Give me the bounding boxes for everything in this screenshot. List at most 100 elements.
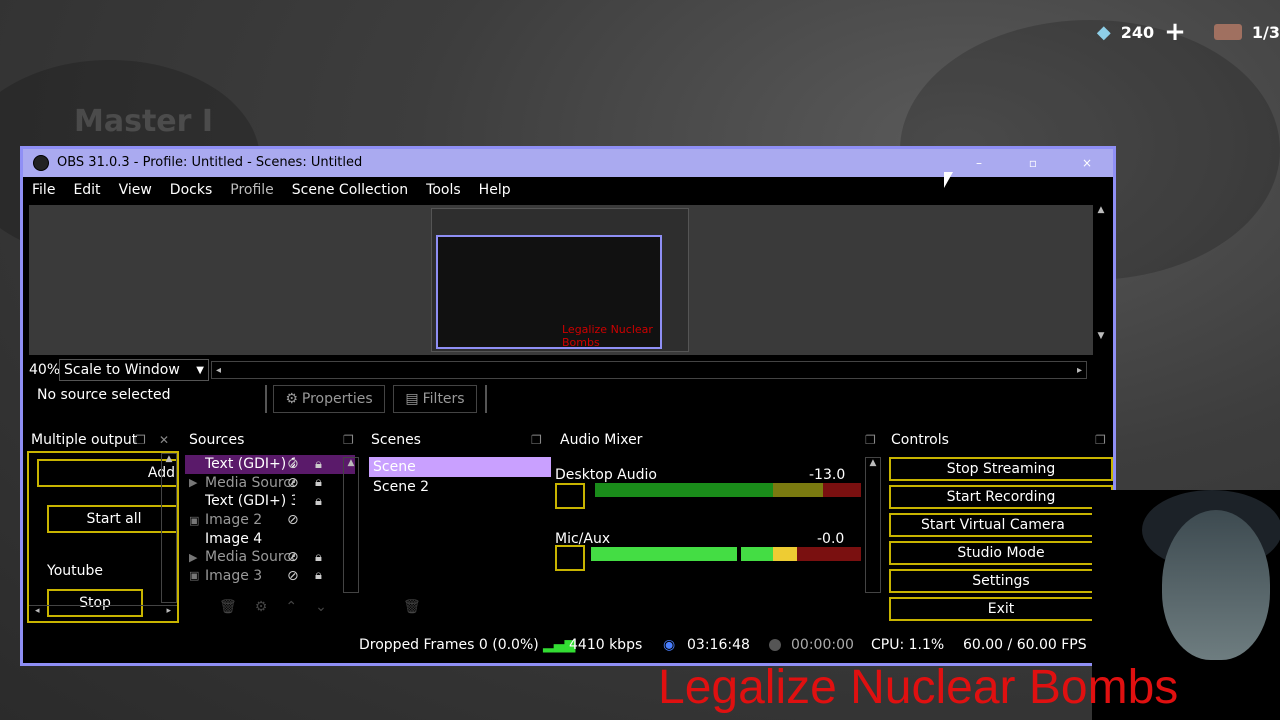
start-virtual-camera-button[interactable]: Start Virtual Camera [889,513,1113,537]
sources-header: Sources [189,432,245,448]
multiple-output-header: Multiple output [31,432,138,448]
preview-horizontal-scrollbar[interactable]: ◂ ▸ [211,361,1087,379]
dock-float-icon[interactable]: ❐ [865,433,876,447]
menu-view[interactable]: View [110,177,161,203]
button-label: Start Recording [946,489,1056,505]
level-meter-red [797,547,861,561]
ticket-count: 1/3 [1251,22,1280,42]
dock-float-icon[interactable]: ❐ [135,433,146,447]
stream-time: 03:16:48 [687,637,750,653]
hidden-eye-icon[interactable]: ⊘ [287,456,299,472]
source-row[interactable]: Text (GDI+) 3 🔒︎ [185,492,355,511]
settings-button[interactable]: Settings [889,569,1113,593]
properties-label: Properties [301,391,373,407]
background-title: Master I [74,104,214,139]
menu-tools[interactable]: Tools [417,177,470,203]
image-source-icon: ▣ [189,569,200,583]
start-all-button[interactable]: Start all [47,505,177,533]
lock-icon[interactable]: 🔒︎ [315,457,322,472]
multiple-output-hscroll[interactable]: ◂ ▸ [29,605,177,621]
recording-time: 00:00:00 [791,637,854,653]
button-label: Exit [987,601,1015,617]
avatar-face [1162,510,1270,660]
lock-icon[interactable]: 🔒︎ [315,568,322,583]
toolbar-divider [485,385,487,413]
dock-float-icon[interactable]: ❐ [1095,433,1106,447]
lock-icon[interactable]: 🔒︎ [315,475,322,490]
dock-float-icon[interactable]: ❐ [343,433,354,447]
hidden-eye-icon[interactable]: ⊘ [287,568,299,584]
scene-item[interactable]: Scene [369,457,551,477]
source-row[interactable]: Image 4 [185,529,355,548]
studio-mode-button[interactable]: Studio Mode [889,541,1113,565]
streaming-icon: ◉ [663,637,676,653]
source-row[interactable]: ▶ Media Source ⊘ 🔒︎ [185,548,355,567]
controls-panel: Stop Streaming Start Recording Start Vir… [889,457,1113,625]
mixer-scrollbar[interactable]: ▲ [865,457,881,593]
exit-button[interactable]: Exit [889,597,1113,621]
media-source-icon: ▶ [189,476,198,490]
media-source-icon: ▶ [189,550,198,564]
close-button[interactable]: × [1061,149,1113,177]
scroll-down-icon[interactable]: ▼ [1093,331,1109,341]
menu-docks[interactable]: Docks [161,177,221,203]
lock-icon[interactable]: 🔒︎ [315,550,322,565]
lock-icon[interactable]: 🔒︎ [315,494,322,509]
sources-list: Text (GDI+) 2 ⊘ 🔒︎ ▶ Media Source ⊘ 🔒︎ Text (… [185,455,355,595]
add-currency-button[interactable]: + [1164,19,1186,45]
scroll-up-icon[interactable]: ▲ [1093,205,1109,215]
sources-scrollbar[interactable]: ▲ [343,457,359,593]
button-label: Stop Streaming [946,461,1056,477]
maximize-button[interactable]: ▫ [1007,149,1059,177]
preview-canvas[interactable]: Legalize Nuclear Bombs [29,205,1109,355]
source-name: Media Source [205,549,295,566]
hidden-eye-icon[interactable]: ⊘ [287,512,299,528]
obs-logo-icon [33,155,49,171]
controls-header: Controls [891,432,949,448]
source-name: Media Source [205,474,295,491]
stop-streaming-button[interactable]: Stop Streaming [889,457,1113,481]
audio-mixer-header: Audio Mixer [560,432,643,448]
preview-vertical-scrollbar[interactable]: ▲ ▼ [1093,205,1109,355]
button-label: Studio Mode [957,545,1045,561]
dock-close-icon[interactable]: ✕ [159,433,169,447]
hidden-eye-icon[interactable]: ⊘ [287,549,299,565]
sources-toolbar: 🗑︎ ⚙ ⌃ ⌄ [219,599,327,615]
source-row[interactable]: ▣ Image 2 ⊘ [185,511,355,530]
scale-dropdown[interactable]: Scale to Window ▼ [59,359,209,381]
source-row[interactable]: Text (GDI+) 2 ⊘ 🔒︎ [185,455,355,474]
hidden-eye-icon[interactable]: ⊘ [287,475,299,491]
source-row[interactable]: ▶ Media Source ⊘ 🔒︎ [185,474,355,493]
menu-profile[interactable]: Profile [221,177,283,203]
move-up-icon[interactable]: ⌃ [285,599,297,615]
volume-slider[interactable] [555,483,585,509]
source-row[interactable]: ▣ Image 3 ⊘ 🔒︎ [185,567,355,586]
move-down-icon[interactable]: ⌄ [315,599,327,615]
minimize-button[interactable]: – [953,149,1005,177]
button-label: Settings [972,573,1030,589]
trash-icon[interactable]: 🗑︎ [219,599,237,615]
gear-icon[interactable]: ⚙ [255,599,268,615]
ticket-icon [1213,24,1242,40]
multiple-output-scrollbar[interactable]: ▲ [161,453,177,603]
level-meter-red [823,483,861,497]
scroll-left-icon[interactable]: ◂ [216,365,221,376]
menu-edit[interactable]: Edit [64,177,109,203]
menu-scene-collection[interactable]: Scene Collection [283,177,417,203]
add-output-button[interactable]: Add [37,459,177,487]
trash-icon[interactable]: 🗑︎ [403,599,421,615]
volume-slider[interactable] [555,545,585,571]
properties-button[interactable]: ⚙ Properties [273,385,385,413]
preview-caption: Legalize Nuclear Bombs [562,323,653,349]
status-bar: Dropped Frames 0 (0.0%) ▂▄▆ 4410 kbps ◉ … [23,635,1113,657]
scroll-right-icon[interactable]: ▸ [1077,365,1082,376]
filters-button[interactable]: ▤ Filters [393,385,477,413]
start-recording-button[interactable]: Start Recording [889,485,1113,509]
toolbar-divider [265,385,267,413]
scenes-list: Scene Scene 2 [369,457,551,497]
menu-file[interactable]: File [23,177,64,203]
dock-float-icon[interactable]: ❐ [531,433,542,447]
scene-item[interactable]: Scene 2 [369,477,551,497]
source-name: Image 3 [205,567,263,584]
menu-help[interactable]: Help [470,177,520,203]
